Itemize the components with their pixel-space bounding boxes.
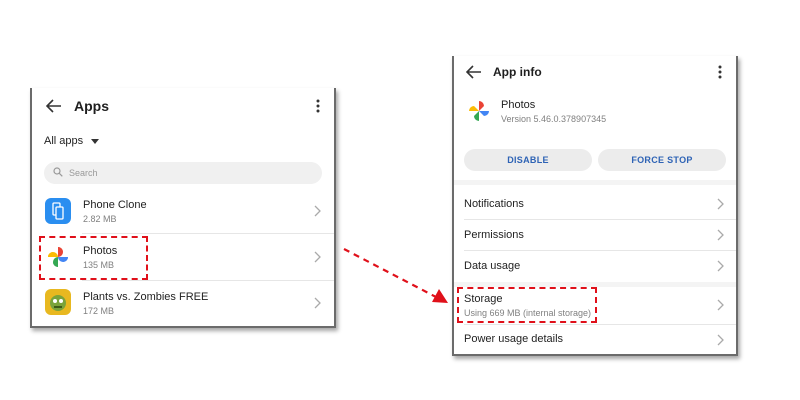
force-stop-button[interactable]: FORCE STOP: [598, 149, 726, 171]
phone-clone-icon: [45, 198, 71, 224]
divider: [82, 280, 334, 281]
app-info-screen: App info Photos Version 5.46.0.378907345…: [452, 56, 738, 356]
row-power-usage-details[interactable]: Power usage details: [454, 325, 736, 354]
chevron-right-icon: [716, 228, 726, 242]
filter-label: All apps: [44, 135, 84, 147]
search-input[interactable]: Search: [44, 162, 322, 184]
app-size: 172 MB: [83, 306, 115, 316]
apps-screen: Apps All apps Search Phone Clone 2.82 MB: [30, 88, 336, 328]
apps-header: Apps: [46, 98, 109, 114]
disable-button[interactable]: DISABLE: [464, 149, 592, 171]
photos-icon: [466, 98, 492, 124]
row-label: Notifications: [464, 198, 524, 210]
row-label: Power usage details: [464, 333, 564, 345]
back-arrow-icon[interactable]: [46, 99, 62, 113]
app-info-header: App info: [466, 65, 542, 79]
back-arrow-icon[interactable]: [466, 65, 482, 79]
more-options-icon[interactable]: [718, 65, 722, 79]
chevron-right-icon: [313, 204, 323, 218]
chevron-right-icon: [716, 197, 726, 211]
divider: [82, 233, 334, 234]
page-title: Apps: [74, 98, 109, 114]
app-size: 2.82 MB: [83, 214, 117, 224]
all-apps-filter[interactable]: All apps: [44, 132, 100, 150]
row-notifications[interactable]: Notifications: [454, 189, 736, 219]
search-icon: [53, 164, 63, 182]
row-label: Data usage: [464, 260, 521, 272]
navigation-arrow-icon: [343, 248, 448, 303]
section-divider: [454, 180, 736, 185]
storage-highlight-box: [457, 287, 597, 323]
app-row-phone-clone[interactable]: Phone Clone 2.82 MB: [32, 192, 334, 232]
more-options-icon[interactable]: [316, 99, 320, 113]
row-data-usage[interactable]: Data usage: [454, 251, 736, 281]
chevron-right-icon: [313, 296, 323, 310]
photos-highlight-box: [39, 236, 148, 280]
app-name: Plants vs. Zombies FREE: [83, 291, 209, 303]
dropdown-arrow-icon: [91, 132, 100, 150]
chevron-right-icon: [716, 333, 726, 347]
row-permissions[interactable]: Permissions: [454, 220, 736, 250]
app-row-plants-vs-zombies[interactable]: Plants vs. Zombies FREE 172 MB: [32, 284, 334, 324]
row-label: Permissions: [464, 229, 524, 241]
app-version: Version 5.46.0.378907345: [501, 114, 607, 124]
plants-vs-zombies-icon: [45, 289, 71, 315]
app-name: Phone Clone: [83, 199, 147, 211]
app-name: Photos: [501, 99, 536, 111]
chevron-right-icon: [716, 259, 726, 273]
chevron-right-icon: [716, 298, 726, 312]
page-title: App info: [493, 65, 542, 79]
search-placeholder: Search: [69, 168, 98, 178]
chevron-right-icon: [313, 250, 323, 264]
